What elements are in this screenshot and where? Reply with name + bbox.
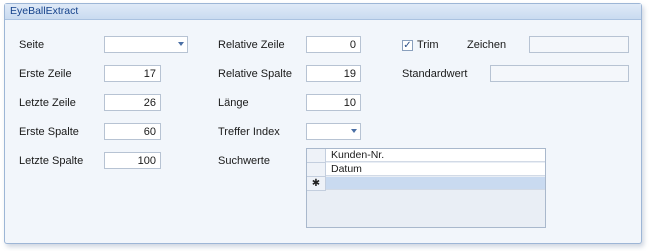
treffer-index-dropdown[interactable]: [306, 123, 361, 140]
chevron-down-icon: [351, 129, 357, 133]
erste-zeile-input[interactable]: 17: [104, 65, 161, 82]
erste-spalte-label: Erste Spalte: [19, 126, 79, 138]
relative-zeile-label: Relative Zeile: [218, 39, 285, 51]
grid-cell[interactable]: Kunden-Nr.: [326, 149, 545, 162]
letzte-zeile-label: Letzte Zeile: [19, 97, 76, 109]
row-header[interactable]: [307, 163, 326, 177]
zeichen-label: Zeichen: [467, 39, 507, 51]
laenge-input[interactable]: 10: [306, 94, 361, 111]
standardwert-label: Standardwert: [402, 68, 468, 80]
relative-spalte-label: Relative Spalte: [218, 68, 292, 80]
laenge-label: Länge: [218, 97, 249, 109]
chevron-down-icon: [178, 42, 184, 46]
grid-new-cell[interactable]: [326, 177, 545, 190]
zeichen-input[interactable]: [529, 36, 629, 53]
treffer-index-label: Treffer Index: [218, 126, 280, 138]
erste-spalte-input[interactable]: 60: [104, 123, 161, 140]
letzte-spalte-label: Letzte Spalte: [19, 155, 84, 167]
letzte-zeile-input[interactable]: 26: [104, 94, 161, 111]
seite-label: Seite: [19, 39, 45, 51]
suchwerte-label: Suchwerte: [218, 155, 270, 167]
checkmark-icon: ✓: [403, 40, 412, 51]
panel-title: EyeBallExtract: [10, 5, 79, 17]
relative-zeile-input[interactable]: 0: [306, 36, 361, 53]
grid-row[interactable]: Kunden-Nr.: [307, 149, 545, 163]
standardwert-input[interactable]: [490, 65, 629, 82]
seite-dropdown[interactable]: [104, 36, 188, 53]
grid-cell[interactable]: Datum: [326, 163, 545, 176]
erste-zeile-label: Erste Zeile: [19, 68, 72, 80]
letzte-spalte-input[interactable]: 100: [104, 152, 161, 169]
trim-label: Trim: [417, 39, 439, 51]
suchwerte-grid[interactable]: Kunden-Nr. Datum ✱: [306, 148, 546, 228]
relative-spalte-input[interactable]: 19: [306, 65, 361, 82]
grid-row[interactable]: Datum: [307, 163, 545, 177]
grid-new-row[interactable]: ✱: [307, 177, 545, 191]
title-bar: EyeBallExtract: [5, 4, 641, 20]
new-row-icon: ✱: [307, 177, 326, 191]
trim-checkbox[interactable]: ✓: [402, 40, 413, 51]
row-header[interactable]: [307, 149, 326, 163]
